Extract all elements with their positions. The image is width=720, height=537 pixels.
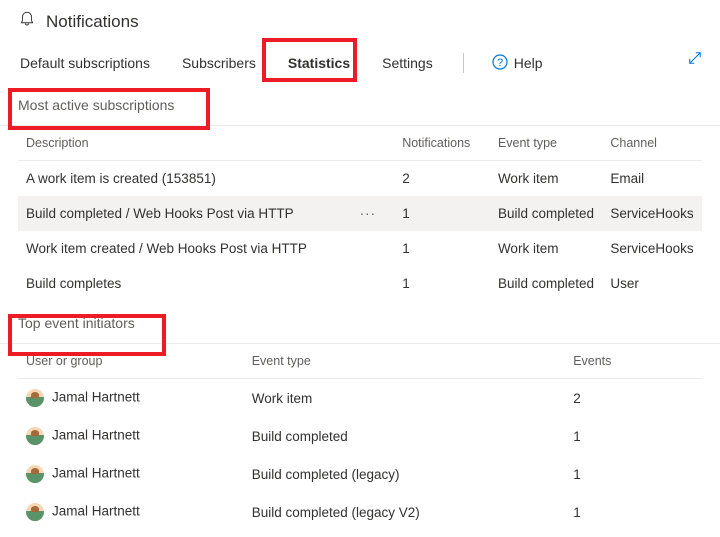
col-description[interactable]: Description bbox=[18, 126, 394, 161]
more-actions-icon[interactable]: ··· bbox=[360, 206, 387, 221]
cell-event-type: Build completed bbox=[490, 266, 602, 301]
cell-description: Build completed / Web Hooks Post via HTT… bbox=[18, 196, 394, 231]
cell-notifications: 1 bbox=[394, 266, 490, 301]
cell-event-type: Build completed (legacy) bbox=[244, 455, 565, 493]
cell-notifications: 2 bbox=[394, 161, 490, 197]
cell-user: Jamal Hartnett bbox=[18, 493, 244, 531]
top-initiators-table: User or group Event type Events Jamal Ha… bbox=[18, 344, 702, 531]
col-channel[interactable]: Channel bbox=[602, 126, 702, 161]
cell-event-type: Build completed bbox=[490, 196, 602, 231]
tab-separator bbox=[463, 53, 464, 73]
tab-statistics[interactable]: Statistics bbox=[286, 47, 352, 79]
avatar bbox=[26, 389, 44, 407]
tab-default-subscriptions[interactable]: Default subscriptions bbox=[18, 47, 152, 79]
cell-notifications: 1 bbox=[394, 196, 490, 231]
cell-notifications: 1 bbox=[394, 231, 490, 266]
col-event-type[interactable]: Event type bbox=[244, 344, 565, 379]
section-heading-active-subscriptions: Most active subscriptions bbox=[0, 83, 720, 121]
help-label: Help bbox=[514, 55, 543, 71]
cell-event-type: Build completed (legacy V2) bbox=[244, 493, 565, 531]
cell-event-type: Work item bbox=[490, 161, 602, 197]
help-icon: ? bbox=[492, 54, 508, 73]
col-events[interactable]: Events bbox=[565, 344, 702, 379]
help-link[interactable]: ? Help bbox=[492, 54, 543, 73]
cell-events: 1 bbox=[565, 493, 702, 531]
expand-button[interactable] bbox=[686, 49, 704, 72]
cell-description: Build completes bbox=[18, 266, 394, 301]
cell-events: 2 bbox=[565, 379, 702, 418]
cell-event-type: Build completed bbox=[244, 417, 565, 455]
table-row[interactable]: Jamal HartnettBuild completed (legacy)1 bbox=[18, 455, 702, 493]
cell-description: Work item created / Web Hooks Post via H… bbox=[18, 231, 394, 266]
cell-events: 1 bbox=[565, 455, 702, 493]
avatar bbox=[26, 503, 44, 521]
col-event-type[interactable]: Event type bbox=[490, 126, 602, 161]
cell-description: A work item is created (153851) bbox=[18, 161, 394, 197]
table-row[interactable]: Work item created / Web Hooks Post via H… bbox=[18, 231, 702, 266]
cell-channel: ServiceHooks bbox=[602, 196, 702, 231]
table-row[interactable]: Jamal HartnettBuild completed1 bbox=[18, 417, 702, 455]
cell-channel: Email bbox=[602, 161, 702, 197]
col-user-or-group[interactable]: User or group bbox=[18, 344, 244, 379]
table-row[interactable]: Build completes1Build completedUser bbox=[18, 266, 702, 301]
page-header: Notifications bbox=[0, 0, 720, 43]
cell-user: Jamal Hartnett bbox=[18, 455, 244, 493]
cell-event-type: Work item bbox=[244, 379, 565, 418]
bell-icon bbox=[18, 10, 36, 33]
table-row[interactable]: Build completed / Web Hooks Post via HTT… bbox=[18, 196, 702, 231]
avatar bbox=[26, 465, 44, 483]
cell-event-type: Work item bbox=[490, 231, 602, 266]
cell-user: Jamal Hartnett bbox=[18, 417, 244, 455]
table-row[interactable]: Jamal HartnettBuild completed (legacy V2… bbox=[18, 493, 702, 531]
tab-settings[interactable]: Settings bbox=[380, 47, 435, 79]
tab-bar: Default subscriptions Subscribers Statis… bbox=[0, 43, 720, 83]
svg-text:?: ? bbox=[497, 57, 503, 69]
cell-channel: User bbox=[602, 266, 702, 301]
table-row[interactable]: A work item is created (153851)2Work ite… bbox=[18, 161, 702, 197]
page-title: Notifications bbox=[46, 12, 139, 32]
col-notifications[interactable]: Notifications bbox=[394, 126, 490, 161]
avatar bbox=[26, 427, 44, 445]
table-row[interactable]: Jamal HartnettWork item2 bbox=[18, 379, 702, 418]
active-subscriptions-table: Description Notifications Event type Cha… bbox=[18, 126, 702, 301]
section-heading-top-initiators: Top event initiators bbox=[0, 301, 720, 339]
cell-events: 1 bbox=[565, 417, 702, 455]
tab-subscribers[interactable]: Subscribers bbox=[180, 47, 258, 79]
cell-channel: ServiceHooks bbox=[602, 231, 702, 266]
cell-user: Jamal Hartnett bbox=[18, 379, 244, 418]
